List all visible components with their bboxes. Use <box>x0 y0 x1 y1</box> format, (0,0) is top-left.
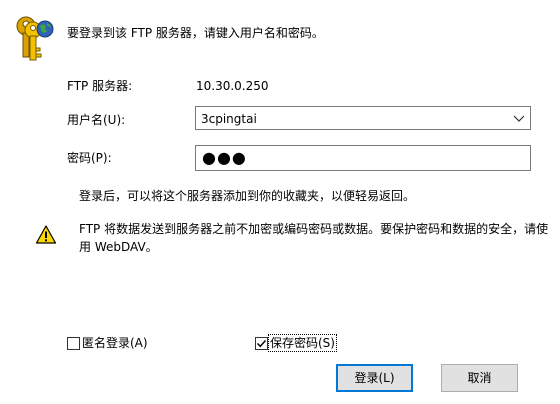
save-password-checkbox[interactable] <box>255 337 268 350</box>
username-combobox[interactable]: 3cpingtai <box>195 106 531 130</box>
login-button[interactable]: 登录(L) <box>336 364 413 392</box>
anonymous-checkbox[interactable] <box>67 337 80 350</box>
cancel-button[interactable]: 取消 <box>441 364 518 392</box>
username-label: 用户名(U): <box>67 113 126 127</box>
password-label: 密码(P): <box>67 151 112 165</box>
keys-globe-icon <box>14 14 56 66</box>
anonymous-label[interactable]: 匿名登录(A) <box>82 335 148 351</box>
server-value: 10.30.0.250 <box>196 79 269 93</box>
checkmark-icon <box>257 340 267 348</box>
info-text: 登录后，可以将这个服务器添加到你的收藏夹，以便轻易返回。 <box>79 189 416 203</box>
warning-text: FTP 将数据发送到服务器之前不加密或编码密码或数据。要保护密码和数据的安全，请… <box>79 222 549 254</box>
chevron-down-icon[interactable] <box>512 111 526 125</box>
prompt-text: 要登录到该 FTP 服务器，请键入用户名和密码。 <box>67 26 324 40</box>
server-label: FTP 服务器: <box>67 79 133 93</box>
warning-icon <box>35 224 57 246</box>
password-field[interactable]: ●●● <box>195 145 531 171</box>
password-value[interactable]: ●●● <box>202 150 247 166</box>
username-value[interactable]: 3cpingtai <box>201 111 257 127</box>
save-password-label[interactable]: 保存密码(S) <box>268 334 337 352</box>
